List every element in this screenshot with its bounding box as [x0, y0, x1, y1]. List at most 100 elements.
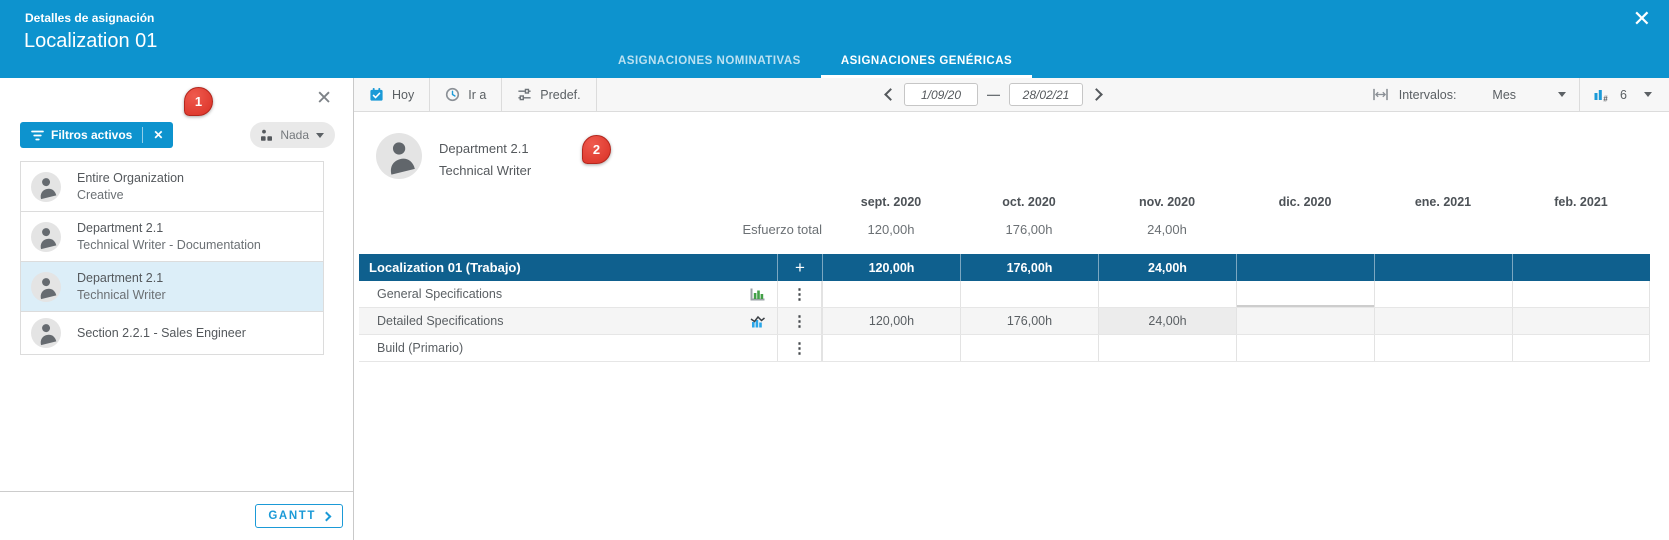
- goto-date-button[interactable]: Ir a: [430, 78, 501, 111]
- resource-name: Section 2.2.1 - Sales Engineer: [77, 326, 323, 340]
- task-row-detailed-specifications: Detailed Specifications ⋮ 120,00h 176,00…: [359, 308, 1650, 335]
- active-filters-label: Filtros activos: [51, 128, 132, 142]
- today-label: Hoy: [392, 88, 414, 102]
- month-header: dic. 2020: [1236, 195, 1374, 209]
- interval-controls: Intervalos: Mes # 6: [1372, 78, 1669, 111]
- barline-blue-icon[interactable]: [737, 308, 777, 334]
- allocation-main: Hoy Ir a Predef. —: [354, 78, 1669, 540]
- interval-value[interactable]: Mes: [1492, 88, 1516, 102]
- clear-filters-icon[interactable]: ✕: [143, 128, 173, 142]
- panel-close-icon[interactable]: ✕: [316, 89, 332, 108]
- group-by-dropdown[interactable]: Nada: [250, 122, 335, 148]
- effort-cell[interactable]: [1236, 308, 1374, 334]
- resource-list: Entire Organization Creative Department …: [20, 162, 324, 355]
- effort-cell[interactable]: [1098, 335, 1236, 361]
- effort-cell[interactable]: [1374, 335, 1512, 361]
- row-menu-button[interactable]: ⋮: [777, 308, 822, 334]
- add-task-button[interactable]: +: [777, 254, 822, 281]
- gantt-button[interactable]: GANTT: [255, 504, 343, 528]
- resource-role: Technical Writer: [77, 288, 323, 302]
- annotation-badge-2: 2: [582, 135, 611, 164]
- effort-cell[interactable]: 176,00h: [960, 308, 1098, 334]
- sliders-icon: [517, 87, 532, 102]
- total-value: 120,00h: [822, 222, 960, 237]
- clock-icon: [445, 87, 460, 102]
- task-row-general-specifications: General Specifications ⋮: [359, 281, 1650, 308]
- intervals-label: Intervalos:: [1399, 88, 1457, 102]
- effort-cell[interactable]: [960, 335, 1098, 361]
- date-range-dash: —: [987, 87, 1000, 102]
- columns-count-value[interactable]: 6: [1620, 88, 1627, 102]
- project-month-value: [1236, 254, 1374, 281]
- effort-cell[interactable]: [1236, 335, 1374, 361]
- total-effort-row: Esfuerzo total 120,00h 176,00h 24,00h: [359, 214, 1650, 244]
- list-item-section-221-sales-engineer[interactable]: Section 2.2.1 - Sales Engineer: [20, 311, 324, 355]
- project-summary-row: Localization 01 (Trabajo) + 120,00h 176,…: [359, 254, 1650, 281]
- project-month-value: 120,00h: [822, 254, 960, 281]
- date-from-input[interactable]: [904, 83, 978, 106]
- month-header: sept. 2020: [822, 195, 960, 209]
- presets-button[interactable]: Predef.: [502, 78, 595, 111]
- tab-asignaciones-genericas[interactable]: ASIGNACIONES GENÉRICAS: [821, 55, 1032, 78]
- month-header: ene. 2021: [1374, 195, 1512, 209]
- effort-cell[interactable]: [822, 281, 960, 307]
- row-menu-button[interactable]: ⋮: [777, 281, 822, 307]
- effort-cell[interactable]: [822, 335, 960, 361]
- page-title: Localization 01: [24, 30, 157, 53]
- effort-cell[interactable]: [1512, 281, 1650, 307]
- histogram-green-icon[interactable]: [737, 281, 777, 307]
- effort-cell[interactable]: [1512, 308, 1650, 334]
- chevron-down-icon: [316, 133, 324, 138]
- project-month-value: [1374, 254, 1512, 281]
- avatar: [31, 172, 61, 202]
- chevron-right-icon: [322, 511, 332, 521]
- dialog-header: Detalles de asignación Localization 01 A…: [0, 0, 1669, 78]
- resource-name: Entire Organization: [77, 171, 323, 185]
- selected-resource-name: Department 2.1: [439, 141, 529, 156]
- kebab-icon: ⋮: [792, 285, 807, 303]
- effort-cell[interactable]: 120,00h: [822, 308, 960, 334]
- annotation-badge-1: 1: [184, 87, 213, 116]
- resource-role: Creative: [77, 188, 323, 202]
- avatar: [376, 133, 422, 179]
- resource-name: Department 2.1: [77, 221, 323, 235]
- month-header: oct. 2020: [960, 195, 1098, 209]
- resource-role: Technical Writer - Documentation: [77, 238, 323, 252]
- hierarchy-icon: [260, 129, 273, 142]
- today-button[interactable]: Hoy: [354, 78, 429, 111]
- group-by-value: Nada: [280, 128, 309, 142]
- toolbar-divider: [596, 78, 597, 111]
- effort-cell[interactable]: [1098, 281, 1236, 307]
- goto-label: Ir a: [468, 88, 486, 102]
- close-icon[interactable]: ✕: [1633, 8, 1651, 30]
- effort-cell[interactable]: [1374, 308, 1512, 334]
- tab-asignaciones-nominativas[interactable]: ASIGNACIONES NOMINATIVAS: [598, 55, 821, 78]
- project-row-label: Localization 01 (Trabajo): [359, 260, 777, 275]
- total-value: 176,00h: [960, 222, 1098, 237]
- effort-cell[interactable]: [960, 281, 1098, 307]
- effort-grid: sept. 2020 oct. 2020 nov. 2020 dic. 2020…: [359, 190, 1650, 362]
- previous-period-icon[interactable]: [884, 88, 897, 101]
- date-to-input[interactable]: [1009, 83, 1083, 106]
- effort-cell[interactable]: [1512, 335, 1650, 361]
- project-month-value: 176,00h: [960, 254, 1098, 281]
- month-header: nov. 2020: [1098, 195, 1236, 209]
- date-range-controls: —: [886, 78, 1101, 111]
- chevron-down-icon[interactable]: [1558, 92, 1566, 97]
- effort-cell[interactable]: [1374, 281, 1512, 307]
- list-item-department-21-documentation[interactable]: Department 2.1 Technical Writer - Docume…: [20, 211, 324, 262]
- month-header: feb. 2021: [1512, 195, 1650, 209]
- next-period-icon[interactable]: [1090, 88, 1103, 101]
- task-name: Detailed Specifications: [359, 314, 737, 328]
- kebab-icon: ⋮: [792, 312, 807, 330]
- active-filters-button[interactable]: Filtros activos ✕: [20, 122, 173, 148]
- task-row-build-primario: Build (Primario) ⋮: [359, 335, 1650, 362]
- list-item-department-21-technical-writer[interactable]: Department 2.1 Technical Writer: [20, 261, 324, 312]
- effort-cell-selected[interactable]: 24,00h: [1098, 308, 1236, 334]
- intervals-icon: [1372, 88, 1389, 101]
- chevron-down-icon[interactable]: [1644, 92, 1652, 97]
- list-item-entire-organization[interactable]: Entire Organization Creative: [20, 161, 324, 212]
- month-header-row: sept. 2020 oct. 2020 nov. 2020 dic. 2020…: [359, 190, 1650, 214]
- row-menu-button[interactable]: ⋮: [777, 335, 822, 361]
- effort-cell-highlighted[interactable]: [1236, 281, 1374, 307]
